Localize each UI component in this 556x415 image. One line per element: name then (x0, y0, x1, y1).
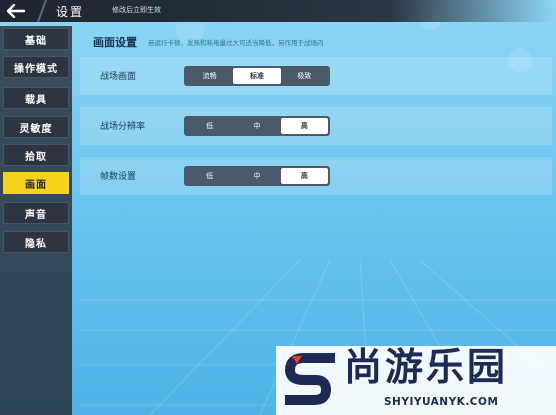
sidebar-item-label: 基础 (25, 35, 47, 47)
top-bar: 设置 修改后立即生效 (0, 0, 556, 22)
setting-label: 战场画面 (100, 72, 137, 82)
sidebar-item-label: 声音 (25, 209, 47, 221)
section-title: 画面设置 (93, 36, 137, 49)
sidebar-item-label: 画面 (25, 179, 47, 191)
option-low[interactable]: 低 (186, 168, 233, 184)
framerate-selector: 低 中 高 (184, 166, 330, 186)
sidebar-item-controls[interactable]: 操作模式 (3, 56, 69, 78)
sidebar-item-sound[interactable]: 声音 (3, 202, 69, 224)
sidebar-item-label: 隐私 (25, 238, 47, 250)
option-standard[interactable]: 标准 (233, 68, 281, 84)
sidebar-item-basic[interactable]: 基础 (3, 28, 69, 50)
option-low[interactable]: 低 (186, 118, 233, 134)
option-high[interactable]: 高 (280, 118, 328, 134)
sidebar-item-label: 灵敏度 (19, 123, 53, 135)
back-button[interactable] (2, 1, 30, 21)
sidebar-item-label: 操作模式 (14, 63, 58, 75)
resolution-selector: 低 中 高 (184, 116, 330, 136)
option-medium[interactable]: 中 (233, 118, 280, 134)
option-ultra[interactable]: 极致 (281, 68, 328, 84)
settings-sidebar: 基础 操作模式 载具 灵敏度 拾取 画面 声音 隐私 (0, 26, 72, 415)
setting-label: 帧数设置 (100, 172, 137, 182)
option-medium[interactable]: 中 (233, 168, 280, 184)
page-title: 设置 (56, 5, 85, 19)
sidebar-item-label: 拾取 (25, 151, 47, 163)
option-smooth[interactable]: 流畅 (186, 68, 233, 84)
back-arrow-icon (7, 4, 25, 18)
divider-slash-icon (37, 0, 47, 22)
sidebar-item-pickup[interactable]: 拾取 (3, 144, 69, 166)
setting-row-framerate: 帧数设置 低 中 高 (80, 157, 552, 195)
sidebar-item-graphics[interactable]: 画面 (3, 172, 69, 194)
watermark-s-logo-icon (284, 353, 335, 405)
sidebar-item-vehicle[interactable]: 载具 (3, 87, 69, 109)
setting-label: 战场分辨率 (100, 122, 146, 132)
header-subtitle: 修改后立即生效 (112, 6, 161, 14)
setting-row-resolution: 战场分辨率 低 中 高 (80, 107, 552, 145)
option-high[interactable]: 高 (280, 168, 328, 184)
watermark-url: SHYIYUANYK.COM (384, 396, 499, 408)
graphics-quality-selector: 流畅 标准 极致 (184, 66, 330, 86)
setting-row-battle-graphics: 战场画面 流畅 标准 极致 (80, 57, 552, 95)
sidebar-item-label: 载具 (25, 94, 47, 106)
sidebar-item-privacy[interactable]: 隐私 (3, 231, 69, 253)
section-note: 若运行卡顿、发热和耗电量过大可适当降低，另作用于战场内 (148, 39, 324, 47)
watermark-text: 尚游乐园 (344, 345, 509, 389)
sidebar-item-sensitivity[interactable]: 灵敏度 (3, 116, 69, 138)
